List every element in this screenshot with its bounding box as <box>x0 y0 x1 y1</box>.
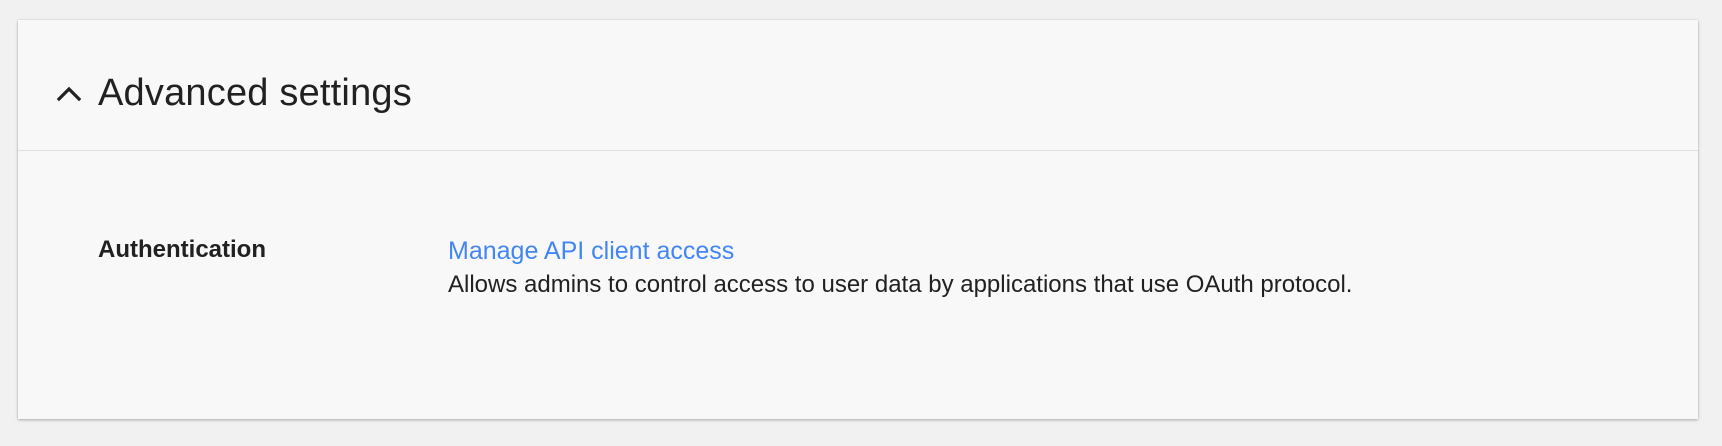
authentication-content: Manage API client access Allows admins t… <box>448 235 1352 303</box>
chevron-up-icon[interactable] <box>56 84 82 102</box>
manage-api-client-access-link[interactable]: Manage API client access <box>448 235 1352 267</box>
authentication-label: Authentication <box>98 236 266 263</box>
authentication-description: Allows admins to control access to user … <box>448 271 1353 298</box>
advanced-settings-header[interactable]: Advanced settings <box>18 20 1698 151</box>
advanced-settings-body: Authentication Manage API client access … <box>18 151 1698 419</box>
section-title: Advanced settings <box>98 72 412 114</box>
advanced-settings-card: Advanced settings Authentication Manage … <box>18 20 1698 419</box>
